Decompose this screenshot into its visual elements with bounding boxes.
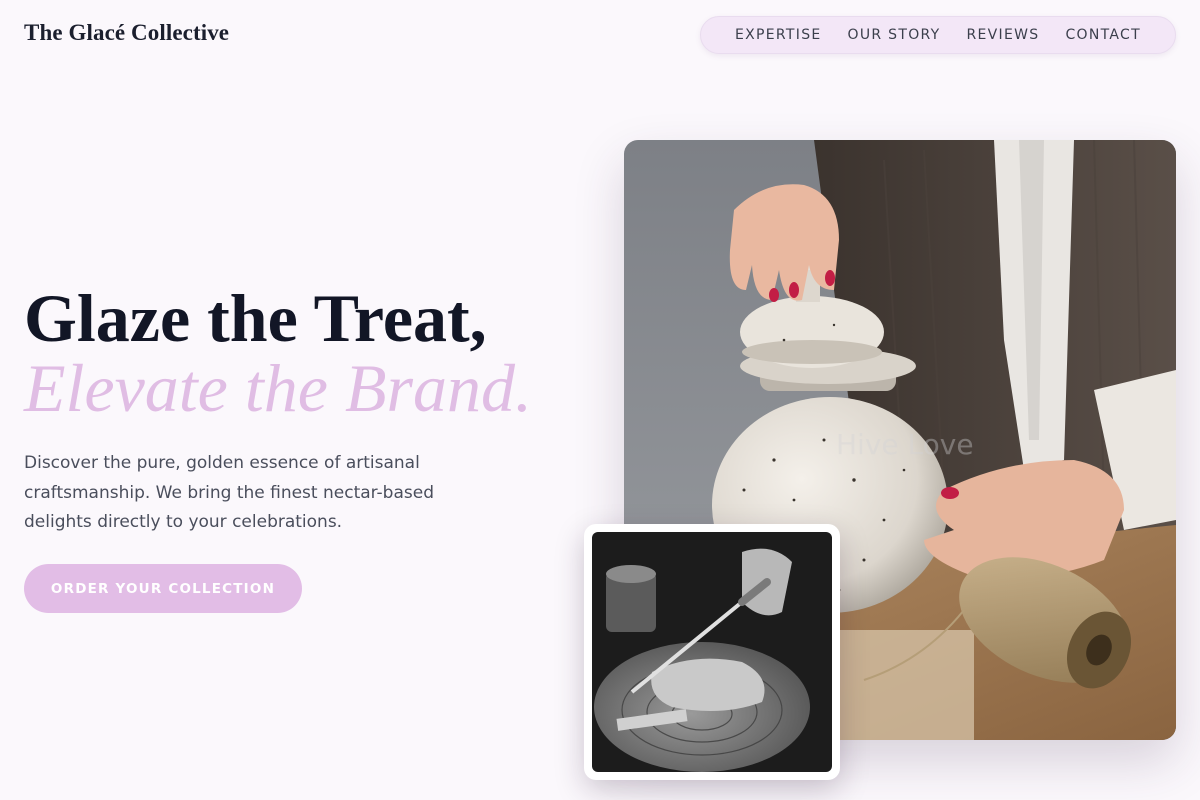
nav-link-reviews[interactable]: REVIEWS [967,27,1040,43]
woodworking-photo [592,532,832,772]
brand-logo[interactable]: The Glacé Collective [24,20,229,46]
woodworking-hands-illustration [592,532,832,772]
hero-intro-text: Discover the pure, golden essence of art… [24,453,435,532]
order-collection-button[interactable]: ORDER YOUR COLLECTION [24,564,302,613]
nav-link-contact[interactable]: CONTACT [1065,27,1141,43]
hero-headline-line-2: Elevate the Brand. [24,350,532,426]
inset-photo-card [584,524,840,780]
main-nav: EXPERTISE OUR STORY REVIEWS CONTACT [700,16,1176,54]
nav-link-expertise[interactable]: EXPERTISE [735,27,822,43]
landing-page: The Glacé Collective EXPERTISE OUR STORY… [0,0,1200,800]
hero-headline-line-1: Glaze the Treat, [24,280,487,356]
nav-link-our-story[interactable]: OUR STORY [848,27,941,43]
